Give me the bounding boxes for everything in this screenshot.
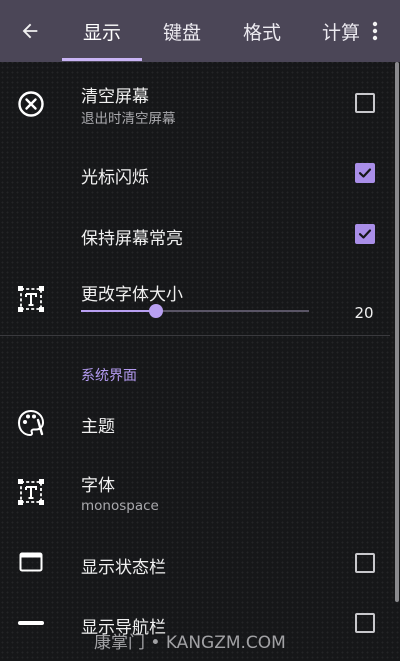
cursor-blink-checkbox[interactable]: [355, 163, 375, 183]
show-nav-bar-checkbox[interactable]: [355, 613, 375, 633]
setting-subtitle: 退出时清空屏幕: [81, 111, 176, 127]
text-box-icon: [15, 283, 47, 315]
tab-display[interactable]: 显示: [62, 0, 142, 62]
app-bar: 显示 键盘 格式 计算: [0, 0, 400, 62]
setting-title: 显示状态栏: [81, 558, 166, 578]
tab-calculate[interactable]: 计算: [302, 0, 360, 62]
more-vert-icon: [372, 21, 378, 41]
tab-bar: 显示 键盘 格式 计算: [62, 0, 360, 62]
setting-theme[interactable]: 主题: [0, 393, 390, 455]
slider-fill: [81, 310, 156, 312]
scrollbar[interactable]: [395, 62, 399, 602]
tab-format[interactable]: 格式: [222, 0, 302, 62]
overflow-menu-button[interactable]: [362, 16, 388, 46]
keep-screen-on-checkbox[interactable]: [355, 224, 375, 244]
check-icon: [358, 168, 372, 178]
setting-title: 字体: [81, 476, 115, 496]
tab-indicator: [62, 58, 142, 61]
arrow-left-icon: [22, 23, 38, 39]
setting-title: 保持屏幕常亮: [81, 229, 183, 249]
watermark: 康掌门 • KANGZM.COM: [94, 633, 286, 653]
setting-title: 清空屏幕: [81, 87, 149, 107]
tab-keyboard[interactable]: 键盘: [142, 0, 222, 62]
minus-icon: [15, 607, 47, 639]
window-icon: [15, 546, 47, 578]
close-circle-icon: [15, 88, 47, 120]
setting-title: 更改字体大小: [81, 285, 183, 305]
setting-title: 光标闪烁: [81, 168, 149, 188]
setting-font[interactable]: 字体 monospace: [0, 455, 390, 531]
font-size-slider[interactable]: [81, 304, 309, 318]
setting-title: 主题: [81, 417, 115, 437]
setting-keep-screen-on[interactable]: 保持屏幕常亮: [0, 204, 390, 264]
setting-font-size: 更改字体大小: [0, 264, 390, 335]
back-button[interactable]: [14, 17, 46, 45]
setting-show-status-bar[interactable]: 显示状态栏: [0, 531, 390, 593]
setting-cursor-blink[interactable]: 光标闪烁: [0, 146, 390, 204]
font-size-value: 20: [354, 304, 374, 322]
section-header-system-ui: 系统界面: [81, 368, 137, 384]
setting-subtitle: monospace: [81, 498, 159, 514]
text-box-icon: [15, 476, 47, 508]
clear-screen-checkbox[interactable]: [355, 93, 375, 113]
palette-icon: [15, 407, 47, 439]
show-status-bar-checkbox[interactable]: [355, 553, 375, 573]
setting-clear-screen[interactable]: 清空屏幕 退出时清空屏幕: [0, 62, 390, 146]
section-divider: [0, 335, 390, 336]
slider-thumb[interactable]: [149, 304, 163, 318]
check-icon: [358, 229, 372, 239]
